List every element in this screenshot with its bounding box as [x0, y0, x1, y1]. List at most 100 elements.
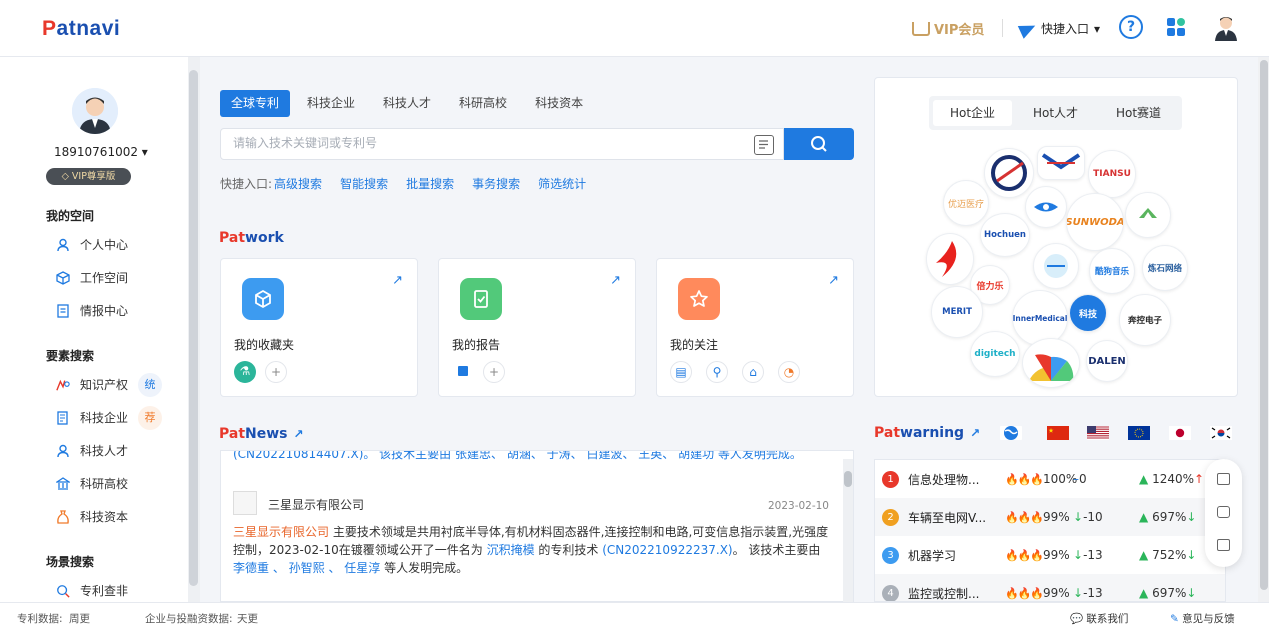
- company-bubble-sunwoda[interactable]: SUNWODA: [1066, 193, 1124, 251]
- filter-stats-link[interactable]: 筛选统计: [538, 175, 586, 192]
- warning-row[interactable]: 1 信息处理物... 🔥🔥🔥 100% –0 ▲ 1240%↑: [875, 460, 1225, 498]
- sidebar-item-patent-check[interactable]: 专利查非: [56, 582, 128, 599]
- contact-us-link[interactable]: 💬 联系我们: [1070, 611, 1128, 626]
- patwarning-title[interactable]: Patwarning ↗: [874, 425, 980, 441]
- warning-list: 1 信息处理物... 🔥🔥🔥 100% –0 ▲ 1240%↑ 2 车辆至电网V…: [874, 459, 1226, 602]
- sidebar-item-tech-company[interactable]: 科技企业: [56, 409, 128, 426]
- add-icon[interactable]: +: [483, 361, 505, 383]
- vip-member-link[interactable]: VIP会员: [912, 19, 984, 38]
- tab-university[interactable]: 科研高校: [448, 90, 518, 117]
- eu-flag-icon[interactable]: [1128, 426, 1150, 440]
- company-bubble[interactable]: [1037, 146, 1085, 180]
- stats-badge[interactable]: 统: [138, 373, 162, 397]
- company-bubble-bencon[interactable]: 奔控电子: [1119, 294, 1171, 346]
- sidebar-item-personal-center[interactable]: 个人中心: [56, 236, 128, 253]
- sidebar-item-ip[interactable]: 知识产权: [56, 376, 128, 393]
- edit-note-icon[interactable]: [1217, 539, 1230, 551]
- usa-flag-icon[interactable]: [1087, 426, 1109, 440]
- flame-icon: 🔥🔥🔥: [1005, 472, 1044, 486]
- company-bubble[interactable]: [1033, 243, 1079, 289]
- card-reports[interactable]: ↗ 我的报告 +: [438, 258, 636, 397]
- person-icon[interactable]: ⚲: [706, 361, 728, 383]
- arrow-up-right-icon[interactable]: ↗: [610, 273, 621, 288]
- quick-entry-dropdown[interactable]: 快捷入口 ▾: [1017, 18, 1100, 39]
- tab-tech-talent[interactable]: 科技人才: [372, 90, 442, 117]
- search-input[interactable]: [233, 136, 733, 150]
- news-scrollbar-thumb[interactable]: [844, 471, 852, 487]
- patnews-title[interactable]: PatNews ↗: [219, 426, 304, 442]
- top-bar: Patnavi VIP会员 快捷入口 ▾ ?: [0, 0, 1269, 57]
- capital-icon[interactable]: ◔: [778, 361, 800, 383]
- flask-icon[interactable]: ⚗: [234, 361, 256, 383]
- rank-medal-icon: 3: [882, 546, 899, 564]
- company-bubble[interactable]: [984, 148, 1034, 198]
- sidebar-scrollbar-thumb[interactable]: [189, 70, 198, 586]
- flame-icon: 🔥🔥🔥: [1005, 586, 1044, 600]
- sidebar-item-intel-center[interactable]: 情报中心: [56, 302, 128, 319]
- add-icon[interactable]: +: [265, 361, 287, 383]
- japan-flag-icon[interactable]: [1169, 426, 1191, 440]
- korea-flag-icon[interactable]: [1210, 426, 1232, 440]
- patnavi-logo[interactable]: Patnavi: [42, 17, 120, 41]
- affairs-search-link[interactable]: 事务搜索: [472, 175, 520, 192]
- message-icon[interactable]: [1217, 506, 1230, 518]
- company-bubble[interactable]: [1025, 186, 1067, 228]
- card-favorites[interactable]: ↗ 我的收藏夹 ⚗ +: [220, 258, 418, 397]
- report-icon[interactable]: [452, 361, 474, 383]
- globe-icon[interactable]: [1000, 426, 1022, 440]
- company-bubble-digitech[interactable]: digitech: [970, 331, 1020, 377]
- doc-icon[interactable]: ▤: [670, 361, 692, 383]
- user-avatar[interactable]: [72, 88, 118, 134]
- smart-search-link[interactable]: 智能搜索: [340, 175, 388, 192]
- vip-tier-badge: ◇ VIP尊享版: [46, 168, 131, 185]
- arrow-up-right-icon[interactable]: ↗: [970, 426, 980, 440]
- warning-row[interactable]: 2 车辆至电网V... 🔥🔥🔥 99% ↓-10 ▲ 697%↓: [875, 498, 1225, 536]
- help-icon[interactable]: ?: [1119, 15, 1143, 39]
- china-flag-icon[interactable]: [1047, 426, 1069, 440]
- user-avatar-icon[interactable]: [1214, 15, 1238, 41]
- company-bubble-lianshi[interactable]: 炼石网络: [1142, 245, 1188, 291]
- company-bubble-hochuen[interactable]: Hochuen: [980, 213, 1030, 257]
- institution-icon: [56, 476, 70, 491]
- tab-tech-capital[interactable]: 科技资本: [524, 90, 594, 117]
- sidebar-item-tech-talent[interactable]: 科技人才: [56, 442, 128, 459]
- company-bubble-merit[interactable]: MERIT: [931, 286, 983, 338]
- tab-hot-company[interactable]: Hot企业: [933, 100, 1012, 126]
- news-feed: (CN202210814407.X)。 该技术主要由 张建忠、 胡涵、 于涛、 …: [220, 450, 854, 602]
- company-bubble-dalen[interactable]: DALEN: [1086, 340, 1128, 382]
- sidebar-item-workspace[interactable]: 工作空间: [56, 269, 128, 286]
- company-bubble[interactable]: [926, 233, 974, 285]
- sidebar-item-tech-capital[interactable]: 科技资本: [56, 508, 128, 525]
- arrow-up-right-icon[interactable]: ↗: [392, 273, 403, 288]
- download-icon[interactable]: [1217, 473, 1230, 485]
- company-bubble-kugou[interactable]: 酷狗音乐: [1089, 248, 1135, 294]
- tab-hot-track[interactable]: Hot赛道: [1099, 100, 1178, 126]
- company-bubble-innermedical[interactable]: InnerMedical: [1012, 290, 1068, 346]
- sidebar-item-university[interactable]: 科研高校: [56, 475, 128, 492]
- account-phone[interactable]: 18910761002 ▾: [54, 145, 148, 159]
- advanced-search-link[interactable]: 高级搜索: [274, 175, 322, 192]
- tab-global-patent[interactable]: 全球专利: [220, 90, 291, 117]
- news-company[interactable]: 三星显示有限公司: [268, 496, 364, 513]
- tab-hot-talent[interactable]: Hot人才: [1016, 100, 1095, 126]
- company-bubble-kj[interactable]: 科技: [1069, 294, 1107, 332]
- arrow-up-right-icon[interactable]: ↗: [294, 427, 304, 441]
- company-bubble[interactable]: [1125, 192, 1171, 238]
- region-flags: [1000, 418, 1238, 448]
- apps-grid-icon[interactable]: [1167, 18, 1185, 36]
- arrow-up-right-icon[interactable]: ↗: [828, 273, 839, 288]
- institution-icon[interactable]: ⌂: [742, 361, 764, 383]
- warning-row[interactable]: 4 监控或控制... 🔥🔥🔥 99% ↓-13 ▲ 697%↓: [875, 574, 1225, 601]
- recommend-badge[interactable]: 荐: [138, 406, 162, 430]
- card-follows[interactable]: ↗ 我的关注 ▤ ⚲ ⌂ ◔: [656, 258, 854, 397]
- company-bubble[interactable]: [1022, 338, 1080, 388]
- doc-scan-icon[interactable]: [754, 135, 774, 155]
- search-button[interactable]: [784, 128, 854, 160]
- batch-search-link[interactable]: 批量搜索: [406, 175, 454, 192]
- company-bubble-youmai[interactable]: 优迈医疗: [943, 180, 989, 226]
- tab-tech-company[interactable]: 科技企业: [296, 90, 366, 117]
- page-scrollbar-thumb[interactable]: [1260, 60, 1268, 590]
- company-bubble-tiansu[interactable]: TIANSU: [1088, 150, 1136, 198]
- feedback-link[interactable]: ✎ 意见与反馈: [1170, 611, 1235, 626]
- warning-row[interactable]: 3 机器学习 🔥🔥🔥 99% ↓-13 ▲ 752%↓: [875, 536, 1225, 574]
